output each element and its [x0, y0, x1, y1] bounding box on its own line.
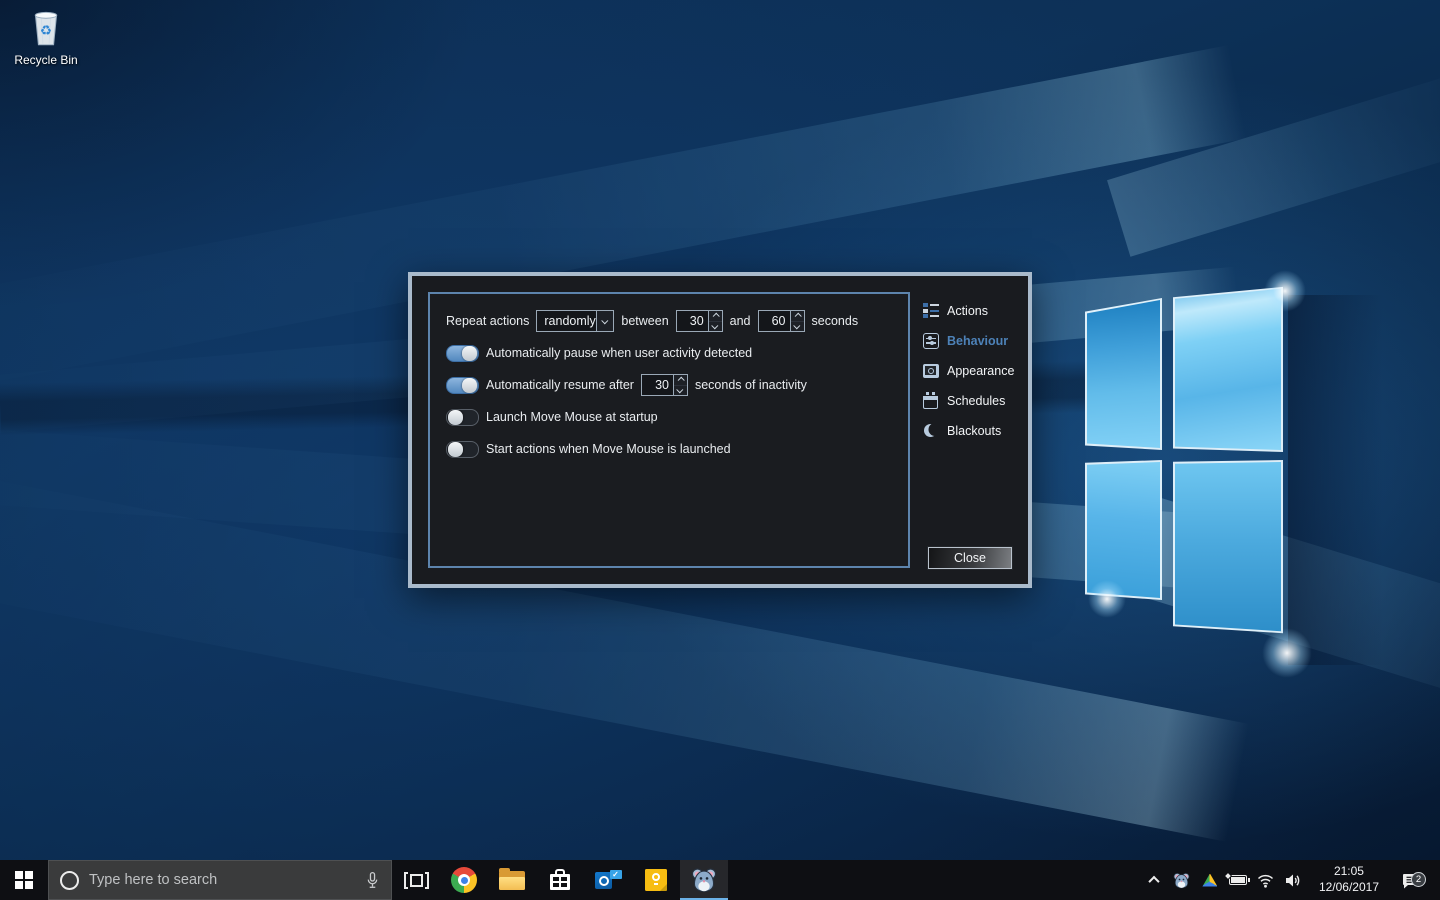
microphone-icon[interactable]	[366, 871, 379, 890]
svg-text:♻: ♻	[40, 23, 52, 38]
logo-shadow	[1288, 295, 1383, 665]
moon-icon	[922, 422, 939, 439]
file-explorer-icon	[499, 871, 525, 890]
light-beam	[1107, 63, 1440, 256]
sidebar-item-blackouts[interactable]: Blackouts	[922, 420, 1028, 441]
task-view-icon	[404, 872, 429, 889]
sidebar-label-actions: Actions	[947, 304, 988, 318]
settings-sidebar: Actions Behaviour Appearance Schedules B…	[922, 300, 1028, 441]
repeat-actions-label: Repeat actions	[446, 314, 529, 328]
action-center-button[interactable]: 2	[1393, 871, 1427, 890]
sidebar-label-schedules: Schedules	[947, 394, 1005, 408]
spinner-up-icon[interactable]	[674, 375, 687, 386]
sidebar-item-appearance[interactable]: Appearance	[922, 360, 1028, 381]
notification-badge: 2	[1411, 872, 1426, 887]
spinner-up-icon[interactable]	[709, 311, 722, 322]
taskbar: ✓	[0, 860, 1440, 900]
chrome-icon	[451, 867, 477, 893]
tray-google-drive-icon[interactable]	[1199, 866, 1221, 894]
pause-on-activity-row: Automatically pause when user activity d…	[446, 342, 752, 364]
system-tray: 21:05 12/06/2017 2	[1143, 860, 1440, 900]
chevron-down-icon[interactable]	[596, 311, 614, 331]
search-input[interactable]	[89, 872, 360, 888]
taskbar-app-outlook[interactable]: ✓	[584, 860, 632, 900]
light-glint	[1262, 628, 1312, 678]
min-seconds-value: 30	[677, 311, 708, 331]
min-seconds-spinner[interactable]: 30	[676, 310, 723, 332]
taskbar-app-chrome[interactable]	[440, 860, 488, 900]
close-button[interactable]: Close	[928, 547, 1012, 569]
launch-at-startup-toggle[interactable]	[446, 409, 479, 426]
taskbar-search-box[interactable]	[48, 860, 392, 900]
taskbar-clock[interactable]: 21:05 12/06/2017	[1311, 864, 1387, 895]
windows-logo-pane	[1173, 280, 1283, 452]
start-button[interactable]	[0, 860, 48, 900]
launch-at-startup-label: Launch Move Mouse at startup	[486, 410, 658, 424]
move-mouse-window: Repeat actions randomly between 30 and 6…	[408, 272, 1032, 588]
and-label: and	[730, 314, 751, 328]
light-glint	[1264, 270, 1306, 312]
google-keep-icon	[645, 869, 667, 891]
resume-seconds-spinner[interactable]: 30	[641, 374, 688, 396]
spinner-up-icon[interactable]	[791, 311, 804, 322]
taskbar-app-move-mouse[interactable]	[680, 860, 728, 900]
repeat-mode-value: randomly	[537, 311, 595, 331]
microsoft-store-icon	[549, 869, 571, 891]
cortana-ring-icon	[60, 871, 79, 890]
spinner-down-icon[interactable]	[674, 386, 687, 396]
calendar-icon	[922, 392, 939, 409]
sidebar-item-schedules[interactable]: Schedules	[922, 390, 1028, 411]
sidebar-item-actions[interactable]: Actions	[922, 300, 1028, 321]
taskbar-app-google-keep[interactable]	[632, 860, 680, 900]
start-on-launch-row: Start actions when Move Mouse is launche…	[446, 438, 731, 460]
auto-resume-label-before: Automatically resume after	[486, 378, 634, 392]
repeat-actions-row: Repeat actions randomly between 30 and 6…	[446, 310, 858, 332]
tray-chevron-up-icon[interactable]	[1143, 866, 1165, 894]
tray-wifi-icon[interactable]	[1255, 866, 1277, 894]
image-icon	[922, 362, 939, 379]
max-seconds-value: 60	[759, 311, 790, 331]
taskbar-app-file-explorer[interactable]	[488, 860, 536, 900]
max-seconds-spinner[interactable]: 60	[758, 310, 805, 332]
tray-move-mouse-icon[interactable]	[1171, 866, 1193, 894]
move-mouse-icon	[691, 867, 717, 893]
spinner-down-icon[interactable]	[709, 322, 722, 332]
recycle-bin-shortcut[interactable]: ♻ Recycle Bin	[8, 8, 84, 67]
behaviour-settings-panel: Repeat actions randomly between 30 and 6…	[428, 292, 910, 568]
tray-volume-icon[interactable]	[1283, 866, 1305, 894]
start-on-launch-toggle[interactable]	[446, 441, 479, 458]
windows-logo-pane	[1085, 298, 1162, 450]
sidebar-label-appearance: Appearance	[947, 364, 1014, 378]
pause-on-activity-toggle[interactable]	[446, 345, 479, 362]
spinner-down-icon[interactable]	[791, 322, 804, 332]
pause-on-activity-label: Automatically pause when user activity d…	[486, 346, 752, 360]
launch-at-startup-row: Launch Move Mouse at startup	[446, 406, 658, 428]
clock-time: 21:05	[1334, 864, 1364, 880]
sliders-icon	[922, 332, 939, 349]
recycle-bin-icon: ♻	[25, 8, 67, 50]
sidebar-item-behaviour[interactable]: Behaviour	[922, 330, 1028, 351]
outlook-icon: ✓	[595, 870, 622, 891]
seconds-label: seconds	[812, 314, 859, 328]
clock-date: 12/06/2017	[1319, 880, 1379, 896]
actions-list-icon	[922, 302, 939, 319]
windows-start-icon	[15, 871, 33, 889]
windows-logo-pane	[1085, 460, 1162, 600]
tray-battery-icon[interactable]	[1227, 866, 1249, 894]
start-on-launch-label: Start actions when Move Mouse is launche…	[486, 442, 731, 456]
repeat-mode-dropdown[interactable]: randomly	[536, 310, 614, 332]
sidebar-label-behaviour: Behaviour	[947, 334, 1008, 348]
auto-resume-row: Automatically resume after 30 seconds of…	[446, 374, 807, 396]
resume-seconds-value: 30	[642, 375, 673, 395]
auto-resume-label-after: seconds of inactivity	[695, 378, 807, 392]
between-label: between	[621, 314, 668, 328]
taskbar-app-microsoft-store[interactable]	[536, 860, 584, 900]
task-view-button[interactable]	[392, 860, 440, 900]
light-glint	[1088, 580, 1126, 618]
recycle-bin-label: Recycle Bin	[14, 53, 77, 67]
sidebar-label-blackouts: Blackouts	[947, 424, 1001, 438]
windows-logo-pane	[1173, 460, 1283, 635]
auto-resume-toggle[interactable]	[446, 377, 479, 394]
